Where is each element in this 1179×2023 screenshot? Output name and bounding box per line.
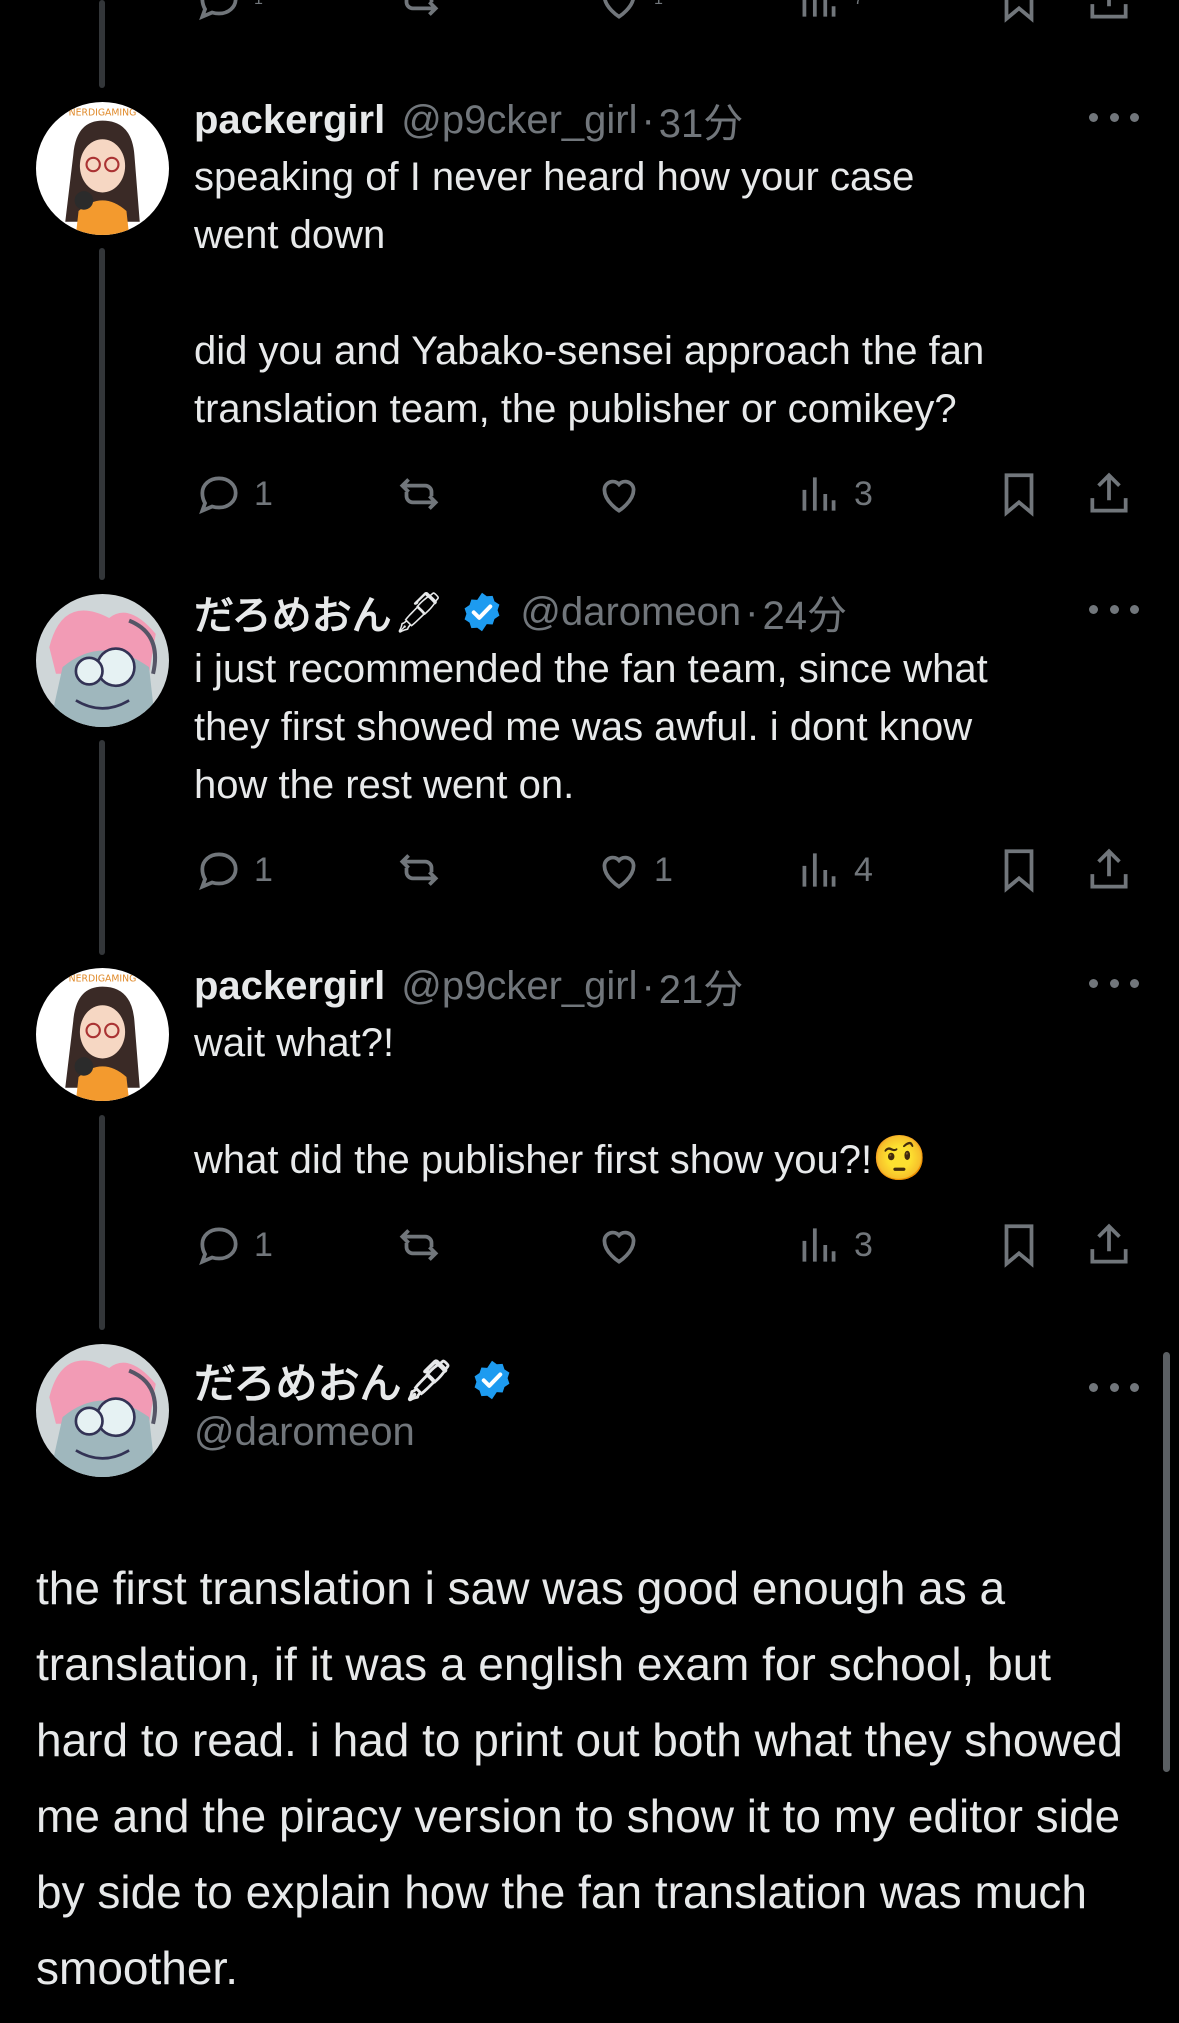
timestamp[interactable]: 21分 [659,957,744,1015]
retweet-icon [399,478,439,510]
bookmark-icon [1004,1224,1034,1268]
action-bar: 1 3 [194,464,1139,524]
reply-button[interactable]: 1 [194,464,273,524]
heart-icon [602,479,636,513]
tweet-text: speaking of I never heard how your case … [194,155,985,431]
share-button[interactable] [1084,840,1134,900]
views-button[interactable]: 7 [794,0,863,30]
reply-button[interactable]: 1 [194,840,273,900]
avatar[interactable] [36,594,169,727]
svg-text:NERDIGAMING: NERDIGAMING [69,107,137,118]
reply-button[interactable]: 1 [194,1215,273,1275]
tweet[interactable]: packergirl @p9cker_girl · 31分 speaking o… [194,92,1139,524]
previous-tweet-actions: 1 1 7 [194,0,1139,30]
like-button[interactable]: 1 [594,0,663,30]
like-button[interactable]: 1 [594,840,673,900]
thread-line [99,0,105,88]
more-options-icon[interactable] [1089,594,1139,624]
reply-icon [199,852,238,891]
bookmark-button[interactable] [994,464,1044,524]
views-button[interactable]: 3 [794,464,873,524]
handle[interactable]: @daromeon [194,1410,1139,1455]
handle[interactable]: @daromeon [520,590,741,635]
retweet-icon [399,1229,439,1261]
heart-icon [602,855,636,889]
svg-text:NERDIGAMING: NERDIGAMING [69,973,137,984]
retweet-button[interactable] [394,464,454,524]
avatar[interactable]: NERDIGAMING [36,968,169,1101]
display-name[interactable]: だろめおん [194,1350,401,1411]
separator-dot: · [641,97,655,142]
retweet-button[interactable] [394,840,454,900]
heart-icon [602,1230,636,1264]
bookmark-button[interactable] [994,840,1044,900]
views-button[interactable]: 3 [794,1215,873,1275]
display-name[interactable]: packergirl [194,964,385,1009]
scrollbar[interactable] [1163,1352,1170,1772]
display-name[interactable]: だろめおん [194,583,392,641]
more-options-icon[interactable] [1089,968,1139,998]
reply-icon [199,476,238,515]
views-button[interactable]: 4 [794,840,873,900]
share-button[interactable] [1084,0,1134,30]
thread-line [99,740,105,955]
main-tweet-header: だろめおん 🖋 @daromeon [194,1350,1139,1455]
avatar[interactable]: NERDIGAMING [36,102,169,235]
display-name[interactable]: packergirl [194,98,385,143]
share-button[interactable] [1084,464,1134,524]
share-icon [1090,472,1128,513]
views-icon [802,477,836,511]
handle[interactable]: @p9cker_girl [401,98,637,143]
more-options-icon[interactable] [1089,1372,1139,1402]
pen-icon: 🖋 [403,1358,455,1403]
like-button[interactable] [594,464,654,524]
like-button[interactable] [594,1215,654,1275]
reply-icon [199,1227,238,1266]
avatar[interactable] [36,1344,169,1477]
action-bar: 1 3 [194,1215,1139,1275]
retweet-button[interactable] [394,1215,454,1275]
main-tweet-text: the first translation i saw was good eno… [36,1562,1123,1994]
views-icon [802,1228,836,1262]
raised-eyebrow-emoji: 🤨 [872,1134,927,1183]
separator-dot: · [641,963,655,1008]
more-options-icon[interactable] [1089,102,1139,132]
bookmark-icon [1004,849,1034,893]
share-button[interactable] [1084,1215,1134,1275]
tweet[interactable]: だろめおん 🖋 @daromeon · 24分 i just recommend… [194,584,1139,900]
share-icon [1090,1223,1128,1264]
tweet-text: i just recommended the fan team, since w… [194,647,988,807]
handle[interactable]: @p9cker_girl [401,964,637,1009]
share-icon [1090,848,1128,889]
pen-icon: 🖋 [393,590,445,635]
action-bar: 1 1 4 [194,840,1139,900]
bookmark-icon [1004,473,1034,517]
tweet[interactable]: packergirl @p9cker_girl · 21分 wait what?… [194,958,1139,1275]
bookmark-button[interactable] [994,0,1044,30]
retweet-icon [399,854,439,886]
tweet-text: wait what?! what did the publisher first… [194,1021,927,1183]
timestamp[interactable]: 31分 [659,91,744,149]
views-icon [802,853,836,887]
thread-line [99,248,105,580]
reply-button[interactable]: 1 [194,0,263,30]
retweet-button[interactable] [394,0,444,30]
timestamp[interactable]: 24分 [762,583,847,641]
separator-dot: · [745,589,759,634]
bookmark-button[interactable] [994,1215,1044,1275]
thread-line [99,1115,105,1330]
verified-badge-icon[interactable] [460,590,504,634]
verified-badge-icon[interactable] [470,1358,514,1402]
